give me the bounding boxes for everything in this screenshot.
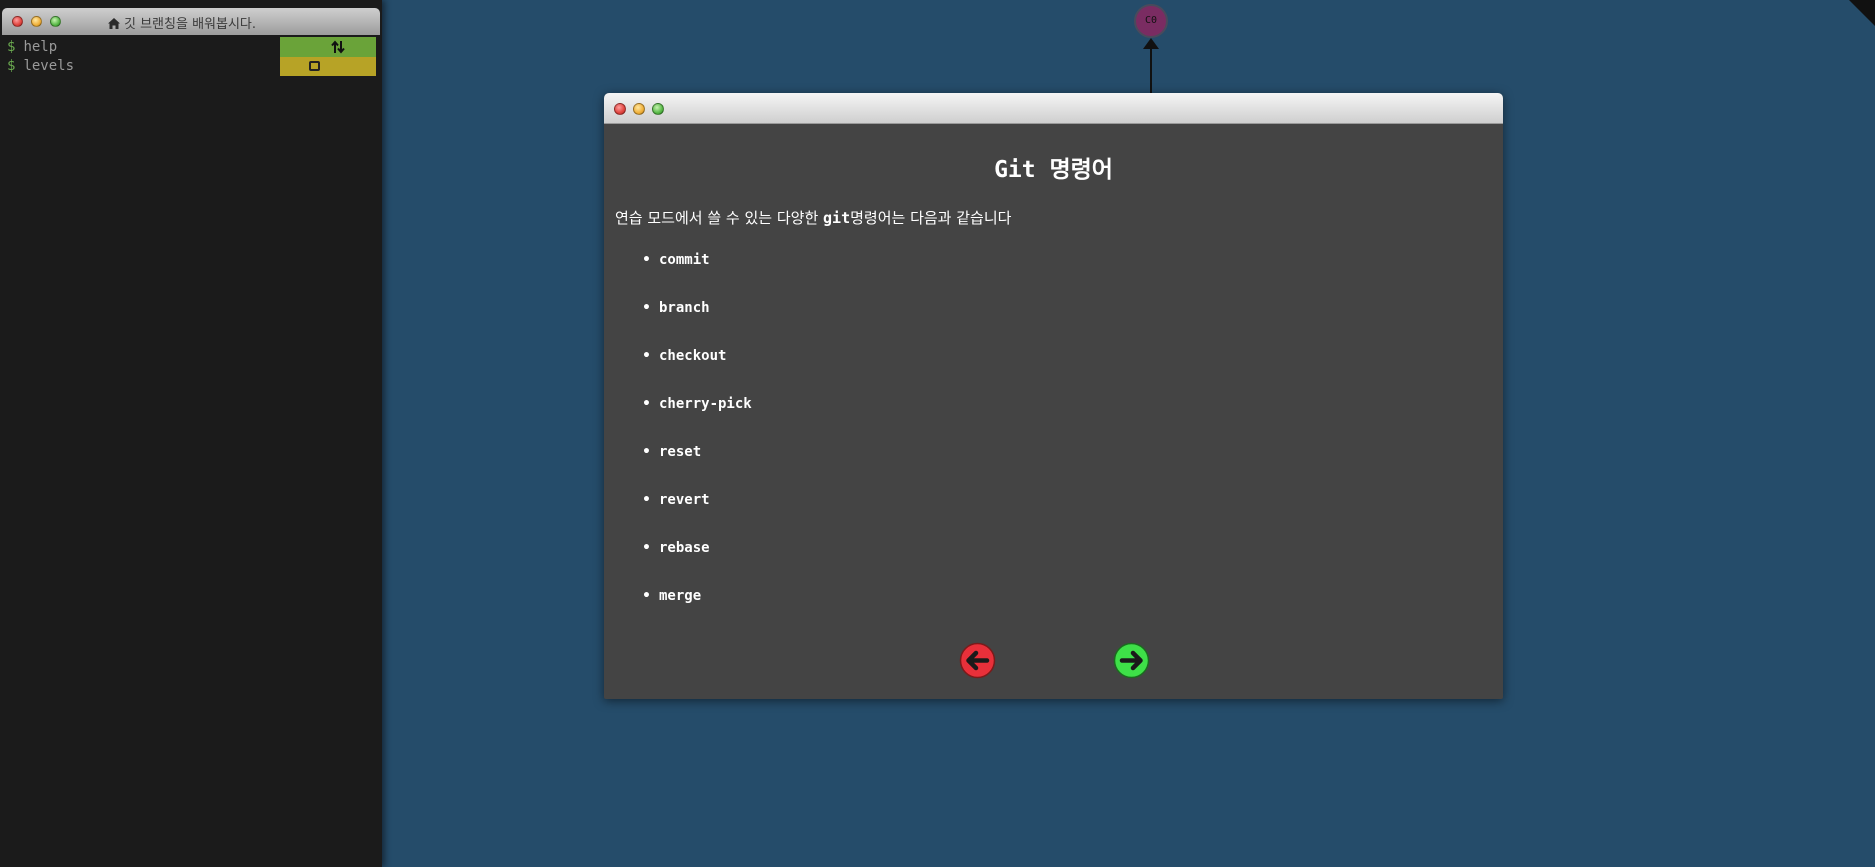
square-icon <box>309 61 320 71</box>
close-dot-icon[interactable] <box>614 103 626 115</box>
arrow-right-icon <box>1113 642 1150 679</box>
list-item: • rebase <box>634 539 752 587</box>
command-name: commit <box>659 252 710 268</box>
previous-button[interactable] <box>959 642 996 679</box>
command-list: • commit • branch • checkout • cherry-pick •… <box>634 251 752 635</box>
intro-text: 연습 모드에서 쓸 수 있는 다양한 <box>615 209 824 227</box>
corner-toggle[interactable] <box>1849 0 1875 26</box>
intro-text-end: 명령어는 다음과 같습니다 <box>850 209 1012 227</box>
terminal-title: 깃 브랜칭을 배워봅시다. <box>108 13 256 32</box>
command-name: rebase <box>659 540 710 556</box>
list-item: • checkout <box>634 347 752 395</box>
dialog-titlebar <box>604 93 1503 124</box>
command-name: checkout <box>659 348 727 364</box>
terminal-line: $ help <box>7 38 74 57</box>
close-dot-icon[interactable] <box>12 16 23 27</box>
bullet-icon: • <box>642 444 651 460</box>
minimize-dot-icon[interactable] <box>633 103 645 115</box>
command-name: branch <box>659 300 710 316</box>
list-item: • cherry-pick <box>634 395 752 443</box>
list-item: • commit <box>634 251 752 299</box>
bullet-icon: • <box>642 540 651 556</box>
home-icon <box>108 18 120 29</box>
minimize-dot-icon[interactable] <box>31 16 42 27</box>
list-item: • merge <box>634 587 752 635</box>
bullet-icon: • <box>642 252 651 268</box>
prompt-symbol: $ <box>7 58 16 74</box>
list-item: • reset <box>634 443 752 491</box>
commit-node-c0[interactable]: C0 <box>1134 4 1168 38</box>
terminal-line: $ levels <box>7 57 74 76</box>
list-item: • revert <box>634 491 752 539</box>
bullet-icon: • <box>642 348 651 364</box>
undo-button[interactable] <box>280 37 376 57</box>
levels-button[interactable] <box>280 57 376 76</box>
terminal-titlebar: 깃 브랜칭을 배워봅시다. <box>2 8 380 35</box>
bullet-icon: • <box>642 300 651 316</box>
git-commands-dialog: Git 명령어 연습 모드에서 쓸 수 있는 다양한 git명령어는 다음과 같… <box>604 93 1503 699</box>
next-button[interactable] <box>1113 642 1150 679</box>
terminal-output: $ help $ levels <box>7 38 74 76</box>
terminal-title-text: 깃 브랜칭을 배워봅시다. <box>124 17 256 32</box>
prompt-symbol: $ <box>7 39 16 55</box>
terminal-panel: 깃 브랜칭을 배워봅시다. $ help $ levels <box>0 0 382 867</box>
command-name: revert <box>659 492 710 508</box>
intro-code: git <box>823 209 851 227</box>
command-name: cherry-pick <box>659 396 752 412</box>
arrow-left-icon <box>959 642 996 679</box>
swap-arrows-icon <box>331 40 345 54</box>
command-name: merge <box>659 588 702 604</box>
list-item: • branch <box>634 299 752 347</box>
bullet-icon: • <box>642 492 651 508</box>
dialog-intro: 연습 모드에서 쓸 수 있는 다양한 git명령어는 다음과 같습니다 <box>615 207 1011 228</box>
terminal-command: levels <box>23 58 75 74</box>
dialog-heading: Git 명령어 <box>994 157 1113 183</box>
maximize-dot-icon[interactable] <box>50 16 61 27</box>
bullet-icon: • <box>642 396 651 412</box>
bullet-icon: • <box>642 588 651 604</box>
maximize-dot-icon[interactable] <box>652 103 664 115</box>
command-name: reset <box>659 444 702 460</box>
terminal-command: help <box>23 39 58 55</box>
commit-edge <box>1150 46 1152 94</box>
